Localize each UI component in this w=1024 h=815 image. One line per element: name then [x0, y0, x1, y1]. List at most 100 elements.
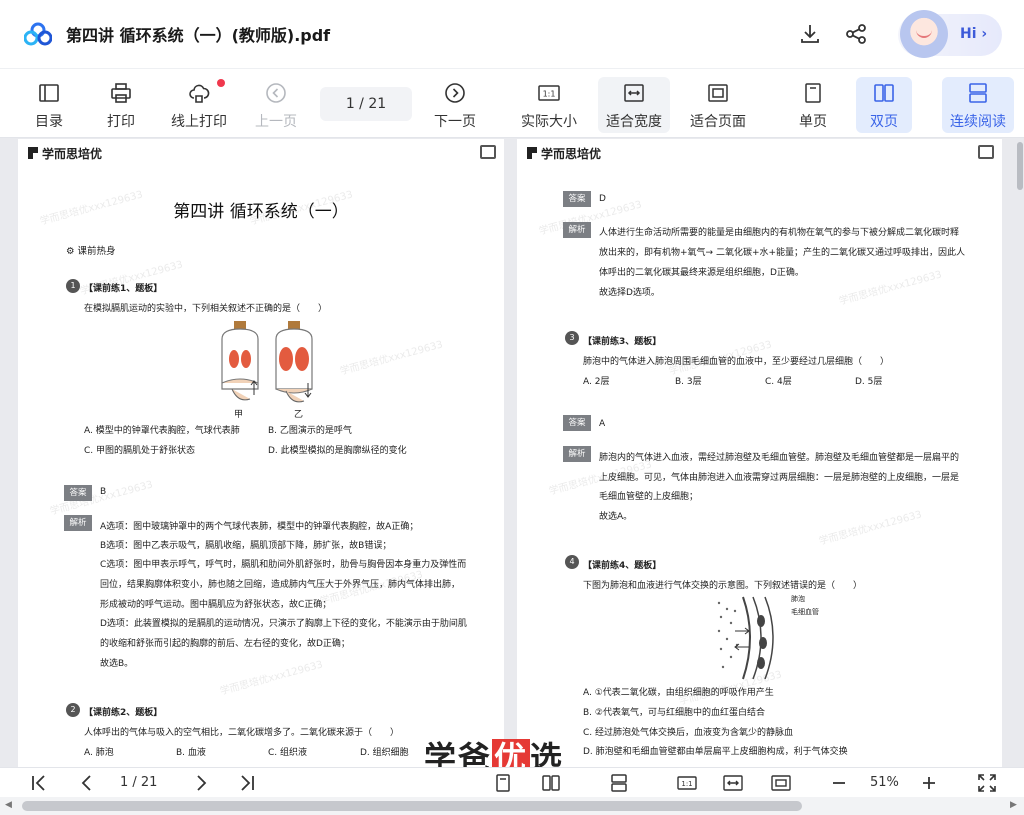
next-page-button[interactable]: 下一页 [433, 77, 477, 133]
avatar[interactable] [900, 10, 948, 58]
next-page-icon[interactable] [190, 772, 212, 794]
analysis-line: C选项：图中甲表示呼气，呼气时，膈肌和肋间外肌舒张时，肋骨与胸骨因本身重力及弹性… [100, 560, 467, 570]
answer-value: A [599, 419, 606, 429]
question-stem: 人体呼出的气体与吸入的空气相比，二氧化碳增多了。二氧化碳来源于（ ） [84, 728, 400, 738]
figure-label: 肺泡 [791, 595, 805, 603]
option-a: A. ①代表二氧化碳，由组织细胞的呼吸作用产生 [583, 688, 774, 698]
option-a: A. 模型中的钟罩代表胸腔，气球代表肺 [84, 426, 240, 436]
option-b: B. 3层 [675, 377, 702, 387]
print-button[interactable]: 打印 [102, 77, 140, 133]
zoom-out-icon[interactable] [828, 772, 850, 794]
fit-width-button[interactable]: 适合宽度 [598, 77, 670, 133]
option-c: C. 组织液 [268, 748, 308, 758]
vertical-scrollbar[interactable] [1016, 140, 1024, 766]
download-icon[interactable] [798, 22, 822, 46]
actual-size-icon[interactable]: 1:1 [676, 772, 698, 794]
watermark: 学而思培优xxx129633 [817, 509, 924, 548]
fit-page-button[interactable]: 适合页面 [686, 77, 750, 133]
vertical-scroll-thumb[interactable] [1017, 142, 1023, 190]
continuous-reading-button[interactable]: 连续阅读 [942, 77, 1014, 133]
option-a: A. 肺泡 [84, 748, 114, 758]
analysis-line: 人体进行生命活动所需要的能量是由细胞内的有机物在氧气的参与下被分解成二氧化碳时释 [599, 228, 960, 238]
question-stem: 下图为肺泡和血液进行气体交换的示意图。下列叙述错误的是（ ） [583, 581, 863, 591]
scroll-right-icon[interactable]: ▶ [1010, 800, 1017, 810]
zoom-level[interactable]: 51% [870, 775, 899, 790]
document-title: 第四讲 循环系统（一）(教师版).pdf [66, 26, 331, 45]
analysis-tag: 解析 [563, 222, 591, 238]
analysis-line: 形成被动的呼气运动。图中膈肌应为舒张状态，故C正确； [100, 600, 332, 610]
assistant-label[interactable]: Hi › [960, 26, 987, 42]
figure-label-a: 甲 [234, 410, 244, 420]
option-d: D. 肺泡壁和毛细血管壁都由单层扁平上皮细胞构成，利于气体交换 [583, 747, 848, 757]
analysis-line: 放出来的，即有机物+氧气→ 二氧化碳+水+能量；产生的二氧化碳又通过呼吸排出，因… [599, 248, 966, 258]
warmup-heading: ⚙ 课前热身 [66, 246, 116, 257]
horizontal-scroll-thumb[interactable] [22, 801, 802, 811]
analysis-line: 故选择D选项。 [599, 288, 660, 298]
prev-page-button[interactable]: 上一页 [254, 77, 298, 133]
question-stem: 肺泡中的气体进入肺泡周围毛细血管的血液中，至少要经过几层细胞（ ） [583, 357, 890, 367]
lesson-title: 第四讲 循环系统（一） [173, 202, 349, 222]
printer-icon [111, 83, 131, 103]
watermark: 学而思培优xxx129633 [338, 339, 445, 378]
analysis-line: 毛细血管壁的上皮细胞； [599, 492, 699, 502]
option-d: D. 5层 [855, 377, 883, 387]
gas-exchange-figure [717, 596, 774, 680]
option-c: C. 甲图的膈肌处于舒张状态 [84, 446, 196, 456]
toc-icon [39, 84, 59, 102]
question-label: 【课前练1、题板】 [84, 284, 163, 294]
fit-width-icon [624, 84, 644, 102]
scroll-left-icon[interactable]: ◀ [5, 800, 12, 810]
watermark: 学而思培优xxx129633 [837, 269, 944, 308]
double-page-icon [874, 84, 894, 102]
actual-size-button[interactable]: 1:1 实际大小 [516, 77, 582, 133]
option-c: C. 经过肺泡处气体交换后，血液变为含氧少的静脉血 [583, 728, 794, 738]
first-page-icon[interactable] [28, 772, 50, 794]
last-page-icon[interactable] [236, 772, 258, 794]
share-icon[interactable] [844, 22, 868, 46]
bottom-bar: 1 / 21 1:1 51% [0, 767, 1024, 797]
page-corner-icon [978, 145, 994, 159]
continuous-icon[interactable] [608, 772, 630, 794]
zoom-in-icon[interactable] [918, 772, 940, 794]
pdf-page-left: 学而思培优 学而思培优xxx129633 学而思培优xxx129633 学而思培… [18, 139, 504, 767]
analysis-tag: 解析 [563, 446, 591, 462]
double-page-button[interactable]: 双页 [856, 77, 912, 133]
option-d: D. 组织细胞 [360, 748, 409, 758]
page-number-input[interactable]: 1 / 21 [320, 87, 412, 121]
question-stem: 在模拟膈肌运动的实验中，下列相关叙述不正确的是（ ） [84, 304, 328, 314]
option-d: D. 此模型模拟的是胸廓纵径的变化 [268, 446, 407, 456]
title-bar: 第四讲 循环系统（一）(教师版).pdf Hi › [0, 0, 1024, 68]
question-number: 4 [565, 555, 579, 569]
notification-dot [217, 79, 225, 87]
svg-text:1:1: 1:1 [543, 90, 556, 99]
horizontal-scrollbar[interactable]: ◀ ▶ [0, 797, 1024, 815]
page-brand: 学而思培优 [527, 145, 601, 162]
fit-width-icon[interactable] [722, 772, 744, 794]
single-page-button[interactable]: 单页 [794, 77, 832, 133]
fit-page-icon [708, 84, 728, 102]
single-page-icon[interactable] [492, 772, 514, 794]
watermark: 学而思培优xxx129633 [218, 659, 325, 698]
question-number: 3 [565, 331, 579, 345]
analysis-line: D选项：此装置模拟的是膈肌的运动情况，只演示了胸廓上下径的变化，不能演示由于肋间… [100, 619, 467, 629]
option-b: B. 乙图演示的是呼气 [268, 426, 352, 436]
analysis-line: 体呼出的二氧化碳其最终来源是组织细胞，D正确。 [599, 268, 804, 278]
toc-button[interactable]: 目录 [30, 77, 68, 133]
fit-page-icon[interactable] [770, 772, 792, 794]
fullscreen-icon[interactable] [976, 772, 998, 794]
question-number: 2 [66, 703, 80, 717]
analysis-line: 故选B。 [100, 659, 134, 669]
page-corner-icon [480, 145, 496, 159]
cloud-print-icon [189, 84, 210, 103]
option-c: C. 4层 [765, 377, 792, 387]
option-a: A. 2层 [583, 377, 610, 387]
chevron-right-circle-icon [445, 83, 465, 103]
analysis-line: 肺泡内的气体进入血液，需经过肺泡壁及毛细血管壁。肺泡壁及毛细血管壁都是一层扁平的 [599, 453, 960, 463]
double-page-icon[interactable] [540, 772, 562, 794]
analysis-line: B选项：图中乙表示吸气，膈肌收缩，膈肌顶部下降，肺扩张，故B错误； [100, 541, 392, 551]
svg-text:1:1: 1:1 [681, 780, 692, 788]
prev-page-icon[interactable] [76, 772, 98, 794]
page-indicator[interactable]: 1 / 21 [120, 775, 157, 790]
option-b: B. ②代表氧气，可与红细胞中的血红蛋白结合 [583, 708, 765, 718]
document-viewer[interactable]: 学而思培优 学而思培优xxx129633 学而思培优xxx129633 学而思培… [0, 139, 1024, 767]
